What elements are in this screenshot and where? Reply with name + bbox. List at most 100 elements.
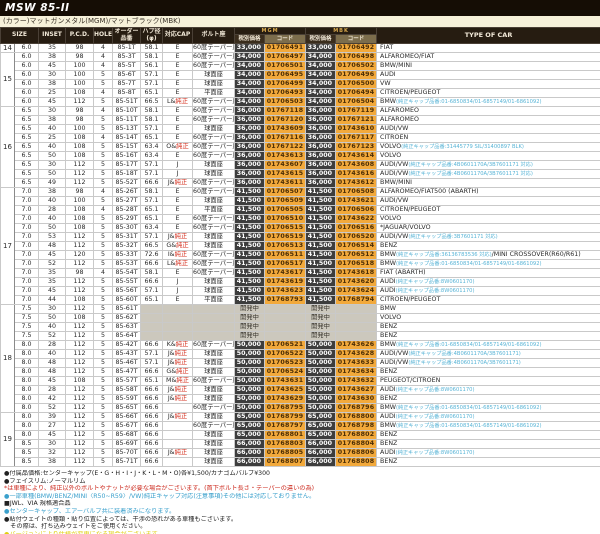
- mgm-code-cell: 01706522: [265, 350, 306, 359]
- footnote-line: ●一部車種(BMW/BENZ/MINI〈R50~R59〉/VW)純正キャップ対応…: [4, 493, 596, 501]
- spec-row: 6.550108585-16T63.4E60度テーパー座36,000017436…: [1, 152, 600, 161]
- spec-row: 8.045108585-57T65.1M&純正60度テーパー座50,000017…: [1, 377, 600, 386]
- inset-cell: 50: [39, 314, 66, 323]
- inset-cell: 49: [39, 179, 66, 188]
- pcd-cell: 112: [66, 431, 94, 440]
- mgm-code-cell: 01743615: [265, 170, 306, 179]
- mbk-code-cell: 01768794: [336, 296, 377, 305]
- inset-cell: 38: [39, 458, 66, 467]
- col-header-mgm-price: 税別価格: [235, 35, 265, 44]
- inset-cell: 40: [39, 125, 66, 134]
- type-of-car-cell: AUDI(純正キャップ品番:8W0601170): [377, 287, 600, 296]
- mgm-price-cell: 50,000: [235, 395, 265, 404]
- spec-row: 146.03598485-1T58.1E60度テーパー座33,000017064…: [1, 44, 600, 53]
- mgm-price-cell: 66,000: [235, 449, 265, 458]
- size-width-cell: 7.0: [15, 233, 39, 242]
- mbk-code-cell: 01743621: [336, 197, 377, 206]
- mgm-price-cell: 50,000: [235, 386, 265, 395]
- mbk-price-cell: 36,000: [306, 179, 336, 188]
- size-width-cell: 6.5: [15, 152, 39, 161]
- spec-row: 8.048112585-46T57.1J&純正球面座50,00001706523…: [1, 359, 600, 368]
- type-of-car-cell: ALFAROMEO: [377, 107, 600, 116]
- mgm-price-cell: 66,000: [235, 440, 265, 449]
- pcd-cell: 108: [66, 296, 94, 305]
- spec-row: 7.053112585-31T57.1J&純正球面座41,50001706519…: [1, 233, 600, 242]
- mbk-code-cell: [336, 332, 377, 341]
- inset-cell: 40: [39, 350, 66, 359]
- hole-cell: 4: [94, 206, 113, 215]
- size-width-cell: 8.0: [15, 350, 39, 359]
- hole-cell: 5: [94, 449, 113, 458]
- hub-diameter-cell: 57.1: [141, 161, 163, 170]
- spec-row: 7.03598485-54T58.1E60度テーパー座41,5000174361…: [1, 269, 600, 278]
- mbk-price-cell: 50,000: [306, 404, 336, 413]
- mgm-code-cell: 01768803: [265, 440, 306, 449]
- size-width-cell: 6.0: [15, 71, 39, 80]
- cap-cell: J: [163, 161, 193, 170]
- spec-row: 6.53898585-11T58.1E60度テーパー座36,0000176712…: [1, 116, 600, 125]
- mgm-code-cell: 01706501: [265, 62, 306, 71]
- type-of-car-cell: BMW/MINI: [377, 179, 600, 188]
- pcd-cell: 112: [66, 458, 94, 467]
- spec-row: 8.532112585-70T66.6J&純正球面座66,00001768805…: [1, 449, 600, 458]
- size-width-cell: 6.5: [15, 107, 39, 116]
- pcd-cell: 108: [66, 215, 94, 224]
- pcd-cell: 112: [66, 323, 94, 332]
- order-number-cell: 85-17T: [113, 161, 141, 170]
- type-of-car-cell: VOLVO(純正キャップ品番:31445779 SIL/31400897 BLK…: [377, 143, 600, 152]
- bolt-seat-cell: 球面座: [193, 287, 235, 296]
- pcd-cell: 112: [66, 368, 94, 377]
- hole-cell: 5: [94, 98, 113, 107]
- hole-cell: 5: [94, 296, 113, 305]
- mbk-price-cell: 41,500: [306, 287, 336, 296]
- size-width-cell: 8.0: [15, 341, 39, 350]
- order-number-cell: 85-69T: [113, 440, 141, 449]
- hub-diameter-cell: 66.6: [141, 368, 163, 377]
- bolt-seat-cell: 60度テーパー座: [193, 224, 235, 233]
- cap-cell: [163, 422, 193, 431]
- bolt-seat-cell: 球面座: [193, 440, 235, 449]
- order-number-cell: 85-68T: [113, 431, 141, 440]
- hole-cell: 5: [94, 377, 113, 386]
- pcd-cell: 108: [66, 143, 94, 152]
- mbk-code-cell: 01743624: [336, 287, 377, 296]
- order-number-cell: 85-31T: [113, 233, 141, 242]
- mbk-price-cell: 36,000: [306, 125, 336, 134]
- size-width-cell: 8.0: [15, 359, 39, 368]
- size-width-cell: 6.5: [15, 170, 39, 179]
- hole-cell: 5: [94, 215, 113, 224]
- order-number-cell: 85-70T: [113, 449, 141, 458]
- pcd-cell: 100: [66, 71, 94, 80]
- cap-cell: J&純正: [163, 449, 193, 458]
- size-width-cell: 6.0: [15, 62, 39, 71]
- cap-cell: M&純正: [163, 377, 193, 386]
- inset-cell: 44: [39, 296, 66, 305]
- type-of-car-cell: FIAT (ABARTH): [377, 269, 600, 278]
- inset-cell: 32: [39, 449, 66, 458]
- cap-cell: E: [163, 80, 193, 89]
- mbk-price-cell: 33,000: [306, 44, 336, 53]
- cap-cell: J&純正: [163, 395, 193, 404]
- bolt-seat-cell: 球面座: [193, 197, 235, 206]
- inset-cell: 30: [39, 71, 66, 80]
- size-width-cell: 6.5: [15, 143, 39, 152]
- order-number-cell: 85-52T: [113, 179, 141, 188]
- inset-cell: 40: [39, 197, 66, 206]
- bolt-seat-cell: 60度テーパー座: [193, 53, 235, 62]
- mgm-price-cell: 36,000: [235, 170, 265, 179]
- spec-row: 7.550108585-62T開発中開発中VOLVO: [1, 314, 600, 323]
- mgm-price-cell: 41,500: [235, 224, 265, 233]
- mbk-code-cell: [336, 305, 377, 314]
- spec-row: 6.038100585-7T57.1E球面座34,0000170649934,0…: [1, 80, 600, 89]
- mgm-code-cell: 01743629: [265, 395, 306, 404]
- cap-cell: J&純正: [163, 179, 193, 188]
- spec-row: 7.048112585-32T66.5G&純正球面座41,50001706513…: [1, 242, 600, 251]
- size-width-cell: 6.5: [15, 116, 39, 125]
- mbk-code-cell: [336, 314, 377, 323]
- bolt-seat-cell: 球面座: [193, 161, 235, 170]
- hole-cell: 4: [94, 53, 113, 62]
- col-header-bolt-seat: ボルト座: [193, 28, 235, 44]
- pcd-cell: 98: [66, 107, 94, 116]
- bolt-seat-cell: 球面座: [193, 359, 235, 368]
- hole-cell: 5: [94, 152, 113, 161]
